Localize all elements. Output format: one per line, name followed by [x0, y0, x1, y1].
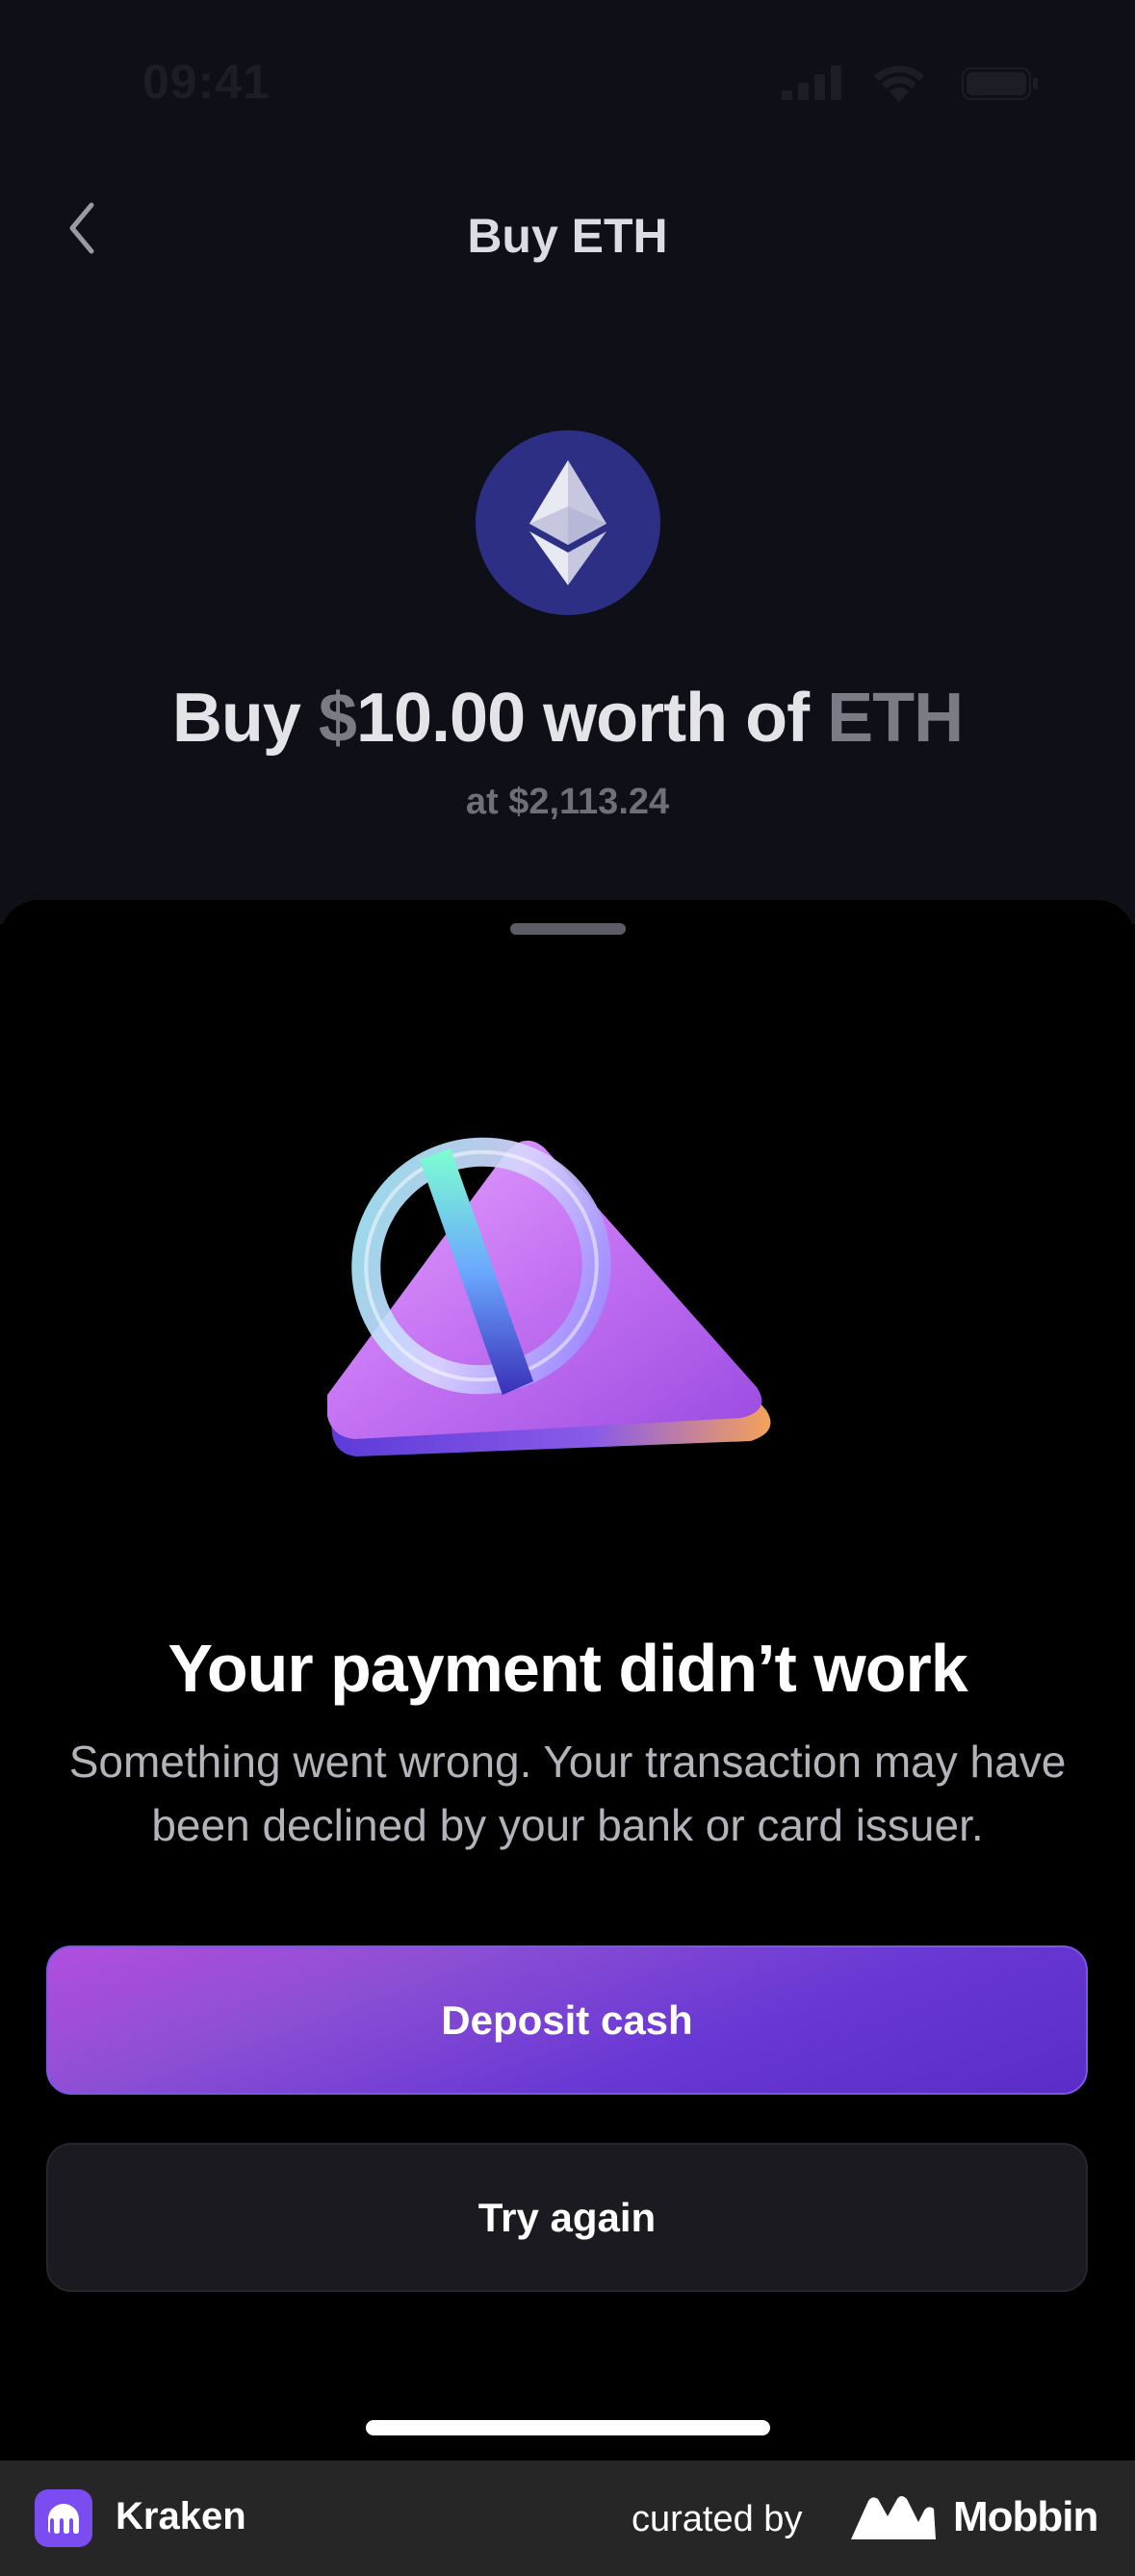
mobbin-logo-icon: [851, 2496, 936, 2539]
try-again-button[interactable]: Try again: [46, 2143, 1088, 2292]
sheet-grabber[interactable]: [510, 923, 626, 935]
order-prefix: Buy: [171, 680, 319, 757]
deposit-cash-button[interactable]: Deposit cash: [46, 1945, 1088, 2095]
currency-symbol: $: [318, 680, 357, 757]
kraken-logo-icon: [35, 2489, 92, 2547]
wifi-icon: [874, 65, 924, 102]
kraken-mark-icon: [48, 2504, 79, 2534]
order-summary: Buy $10.00 worth of ETH: [0, 679, 1135, 758]
curated-by-label: curated by: [632, 2499, 803, 2539]
battery-icon: [962, 67, 1038, 100]
order-amount: 10.00: [355, 680, 526, 757]
app-name: Kraken: [116, 2495, 246, 2537]
page-title: Buy ETH: [467, 209, 668, 263]
payment-failed-illustration: [327, 1137, 771, 1456]
cellular-signal-icon: [782, 65, 841, 100]
eth-logo: [476, 430, 660, 615]
error-title: Your payment didn’t work: [168, 1631, 967, 1706]
attribution-footer: Kraken curated by Mobbin: [0, 2460, 1135, 2576]
brand-name: Mobbin: [953, 2493, 1098, 2540]
asset-ticker: ETH: [827, 680, 964, 757]
error-message: Something went wrong. Your transaction m…: [68, 1737, 1067, 1850]
home-indicator: [366, 2420, 770, 2435]
nav-header: Buy ETH: [0, 183, 1135, 279]
status-time: 09:41: [142, 55, 271, 109]
order-middle: worth of: [525, 680, 828, 757]
exchange-rate: at $2,113.24: [465, 782, 670, 822]
status-bar: 09:41: [0, 0, 1135, 164]
ethereum-icon: [529, 460, 606, 585]
